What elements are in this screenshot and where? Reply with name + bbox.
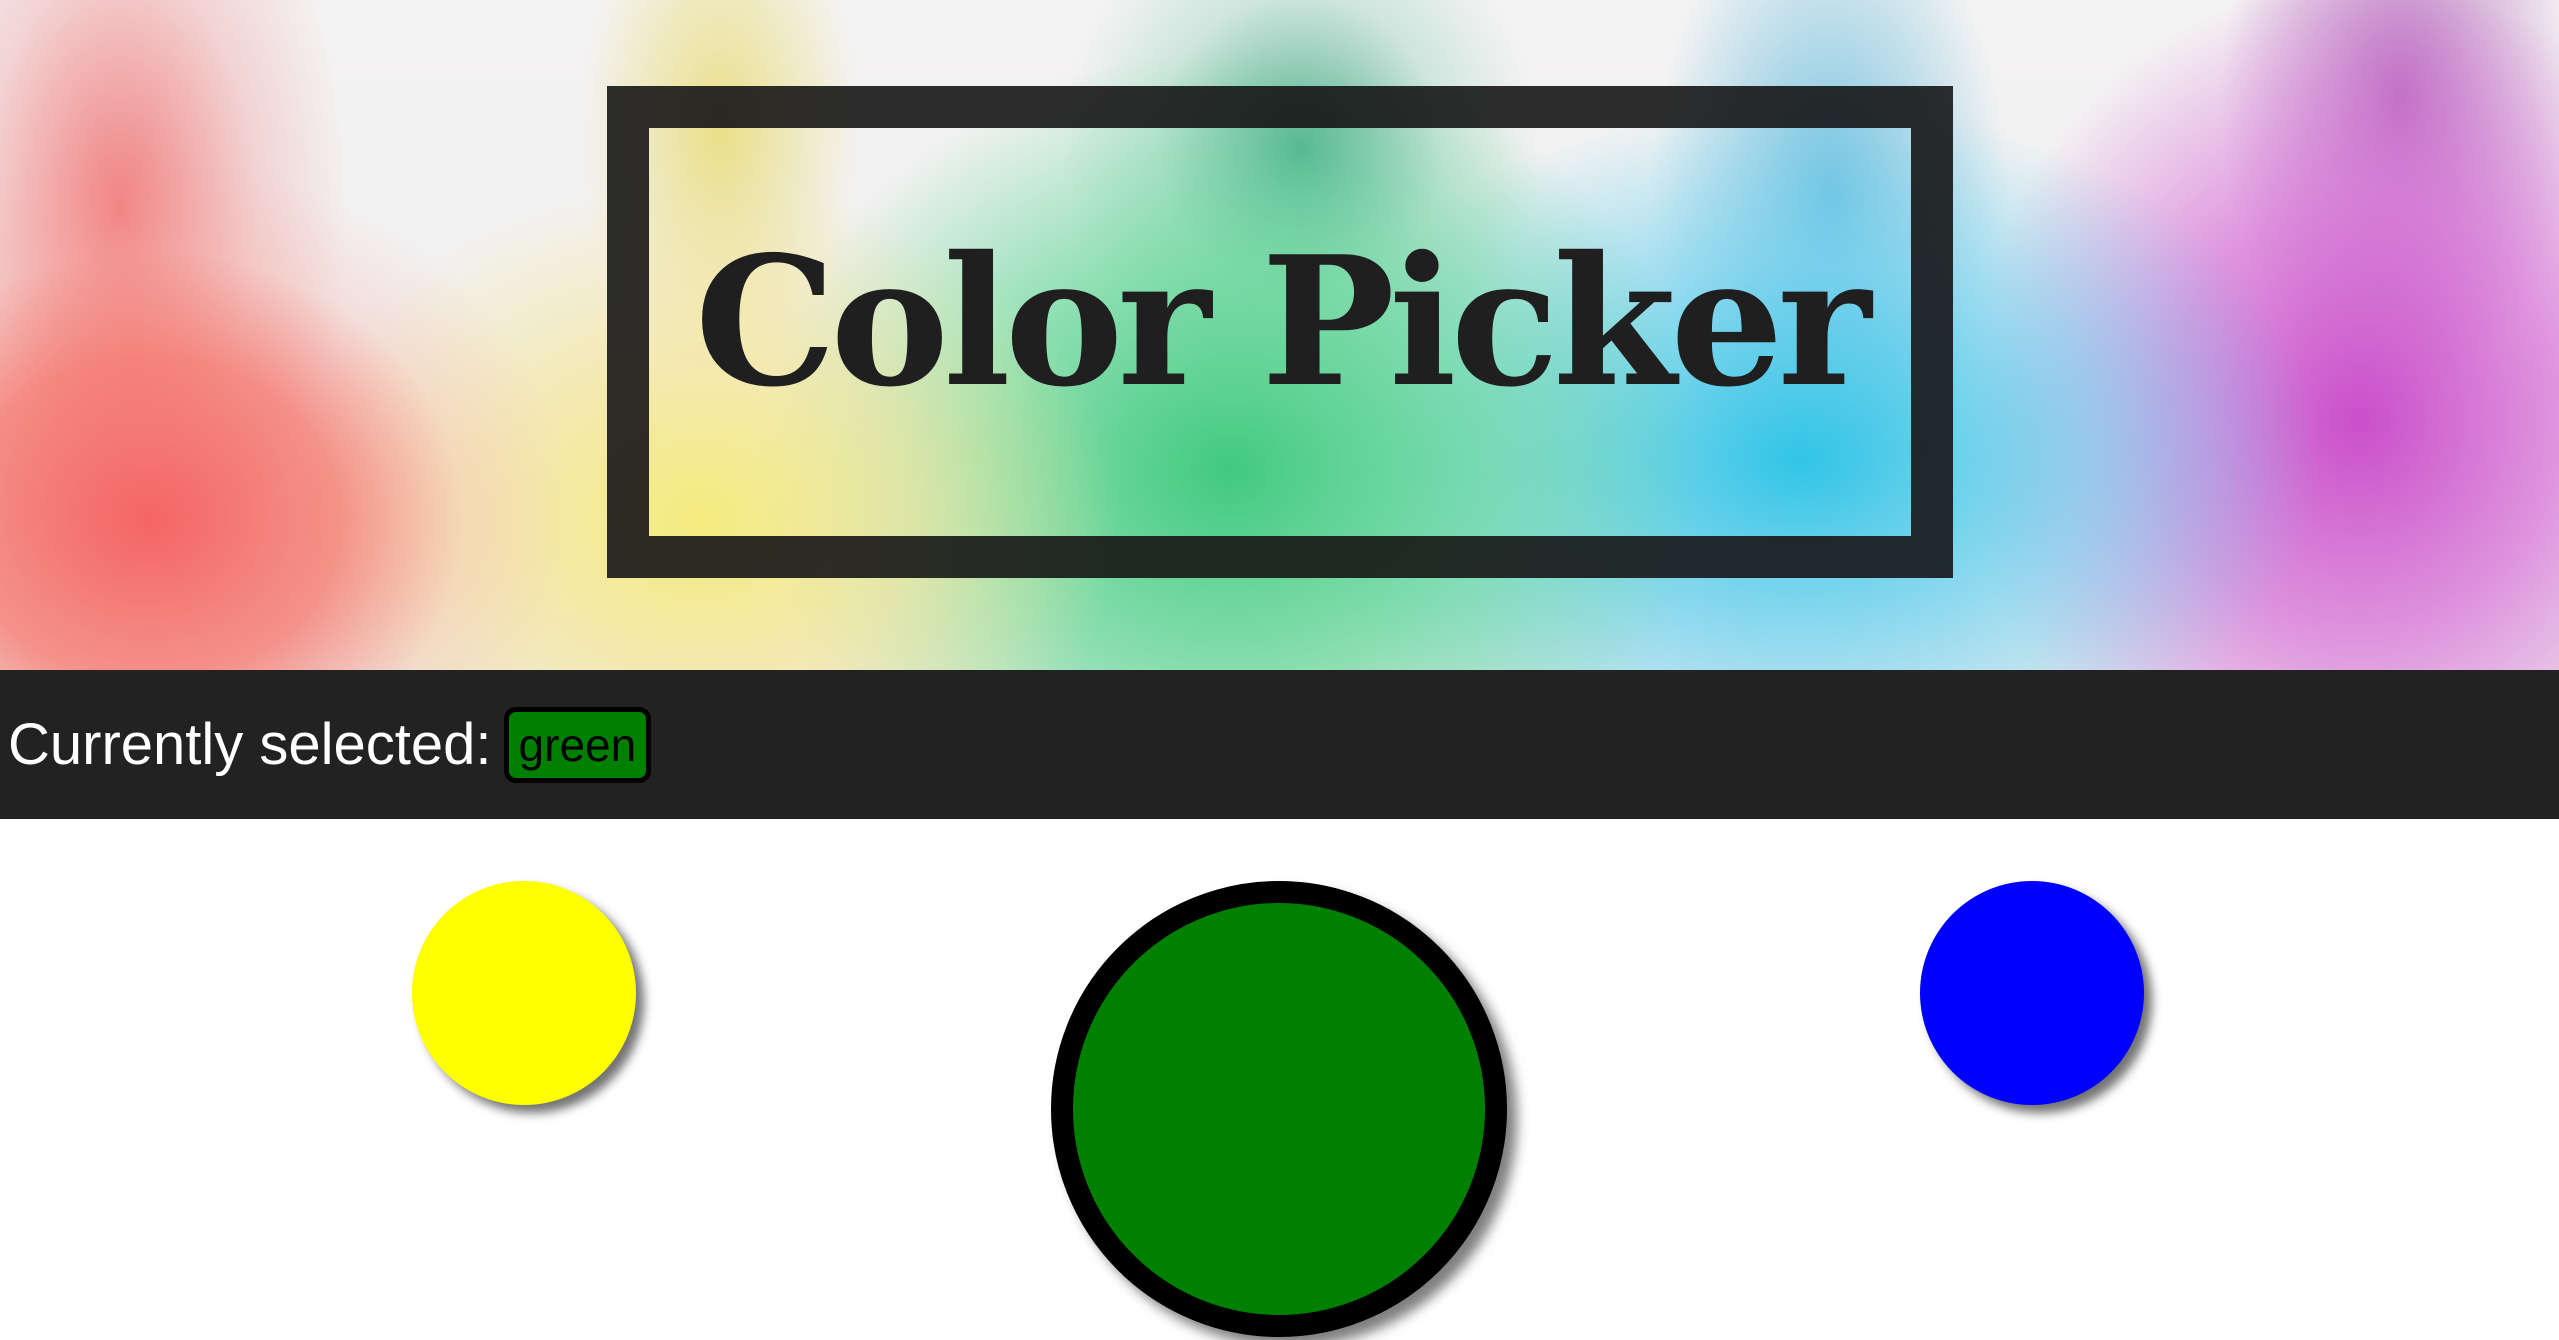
title-frame: Color Picker xyxy=(607,86,1953,578)
status-label: Currently selected: xyxy=(8,712,492,777)
hero-banner: Color Picker xyxy=(0,0,2559,670)
page-title: Color Picker xyxy=(694,217,1872,426)
color-swatch-yellow[interactable] xyxy=(412,881,636,1105)
swatch-area xyxy=(0,819,2559,1340)
color-swatch-blue[interactable] xyxy=(1920,881,2144,1105)
status-bar: Currently selected: green xyxy=(0,670,2559,819)
selected-color-badge: green xyxy=(503,706,652,783)
color-swatch-green[interactable] xyxy=(1051,881,1507,1337)
